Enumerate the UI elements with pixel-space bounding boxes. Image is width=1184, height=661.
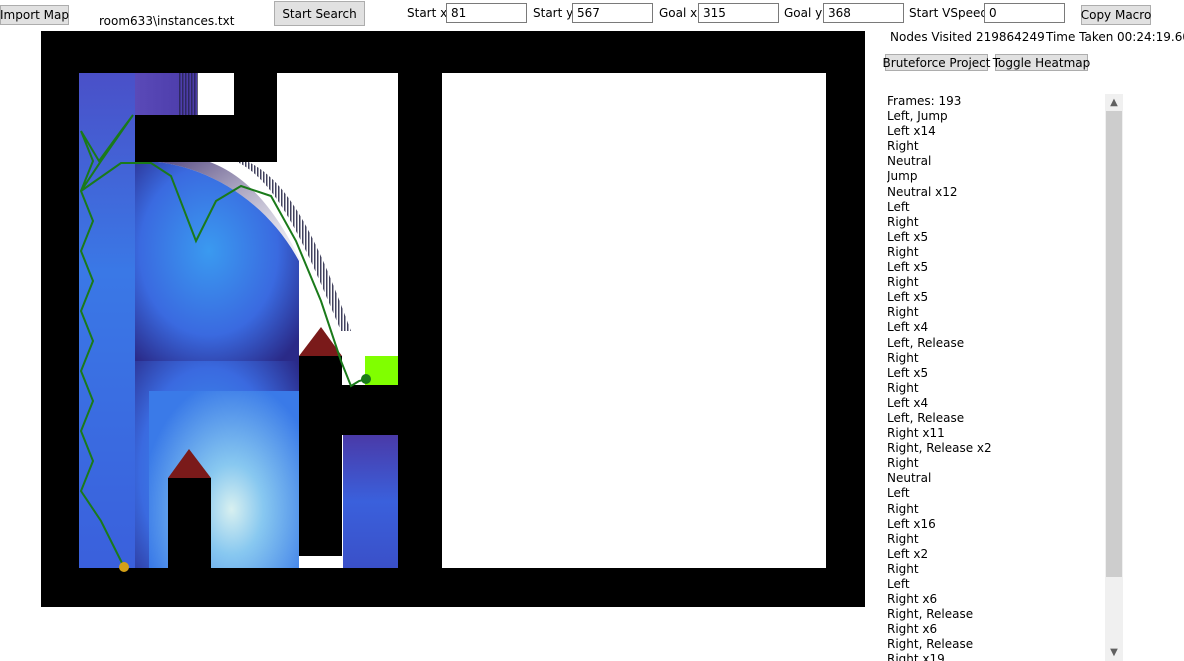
macro-list-item[interactable]: Right: [887, 305, 1101, 320]
macro-list-item[interactable]: Right x11: [887, 426, 1101, 441]
macro-list-item[interactable]: Right: [887, 532, 1101, 547]
macro-list-item[interactable]: Right: [887, 381, 1101, 396]
macro-list-item[interactable]: Left x2: [887, 547, 1101, 562]
macro-list-item[interactable]: Left: [887, 577, 1101, 592]
start-x-field[interactable]: [446, 3, 527, 23]
macro-list-item[interactable]: Frames: 193: [887, 94, 1101, 109]
macro-list-item[interactable]: Left: [887, 486, 1101, 501]
macro-list-item[interactable]: Left x16: [887, 517, 1101, 532]
macro-list-item[interactable]: Left x4: [887, 320, 1101, 335]
macro-list-scrollbar[interactable]: ▲ ▼: [1105, 94, 1123, 661]
macro-list-item[interactable]: Left: [887, 200, 1101, 215]
macro-list-item[interactable]: Neutral: [887, 471, 1101, 486]
scroll-down-icon[interactable]: ▼: [1105, 644, 1123, 661]
macro-list-item[interactable]: Left x5: [887, 366, 1101, 381]
macro-list-item[interactable]: Left, Release: [887, 336, 1101, 351]
start-search-button[interactable]: Start Search: [274, 1, 365, 26]
macro-list-item[interactable]: Right: [887, 351, 1101, 366]
macro-list-item[interactable]: Left, Release: [887, 411, 1101, 426]
macro-list-item[interactable]: Left x5: [887, 290, 1101, 305]
import-map-button[interactable]: Import Map: [0, 5, 69, 25]
macro-list-item[interactable]: Right, Release: [887, 607, 1101, 622]
goal-x-field[interactable]: [698, 3, 779, 23]
goal-x-label: Goal x: [659, 6, 698, 20]
goal-y-label: Goal y: [784, 6, 823, 20]
macro-list-item[interactable]: Jump: [887, 169, 1101, 184]
macro-list-item[interactable]: Right x6: [887, 592, 1101, 607]
nodes-visited-value: 219864249: [976, 30, 1045, 44]
macro-list-item[interactable]: Left, Jump: [887, 109, 1101, 124]
macro-list-item[interactable]: Right, Release x2: [887, 441, 1101, 456]
start-marker: [119, 562, 129, 572]
macro-list-item[interactable]: Right: [887, 215, 1101, 230]
scroll-thumb[interactable]: [1106, 111, 1122, 577]
macro-list-item[interactable]: Right: [887, 245, 1101, 260]
start-vspeed-label: Start VSpeed: [909, 6, 988, 20]
scroll-up-icon[interactable]: ▲: [1105, 94, 1123, 111]
time-taken-label: Time Taken: [1046, 30, 1114, 44]
macro-list-item[interactable]: Right x6: [887, 622, 1101, 637]
map-file-label: room633\instances.txt: [99, 14, 235, 28]
goal-y-field[interactable]: [823, 3, 904, 23]
time-taken-value: 00:24:19.60: [1117, 30, 1184, 44]
macro-list-item[interactable]: Left x4: [887, 396, 1101, 411]
macro-list-item[interactable]: Left x5: [887, 230, 1101, 245]
macro-list-item[interactable]: Right x19: [887, 652, 1101, 661]
macro-list-item[interactable]: Neutral x12: [887, 185, 1101, 200]
macro-list-item[interactable]: Neutral: [887, 154, 1101, 169]
start-y-field[interactable]: [572, 3, 653, 23]
macro-list-item[interactable]: Right: [887, 275, 1101, 290]
macro-list-item[interactable]: Right, Release: [887, 637, 1101, 652]
toggle-heatmap-button[interactable]: Toggle Heatmap: [993, 54, 1090, 71]
start-x-label: Start x: [407, 6, 448, 20]
macro-list-item[interactable]: Right: [887, 562, 1101, 577]
end-marker: [361, 374, 371, 384]
macro-list-item[interactable]: Right: [887, 456, 1101, 471]
map-canvas[interactable]: [41, 31, 865, 607]
bruteforce-project-button[interactable]: Bruteforce Project: [883, 54, 990, 71]
start-vspeed-field[interactable]: [984, 3, 1065, 23]
macro-list-item[interactable]: Left x14: [887, 124, 1101, 139]
macro-list-item[interactable]: Left x5: [887, 260, 1101, 275]
start-y-label: Start y: [533, 6, 574, 20]
nodes-visited-label: Nodes Visited: [890, 30, 972, 44]
macro-list-item[interactable]: Right: [887, 139, 1101, 154]
macro-list[interactable]: Frames: 193 Left, Jump Left x14 Right Neutra…: [887, 94, 1101, 661]
macro-list-item[interactable]: Right: [887, 502, 1101, 517]
copy-macro-button[interactable]: Copy Macro: [1081, 5, 1151, 25]
area-right-room: [442, 73, 826, 568]
